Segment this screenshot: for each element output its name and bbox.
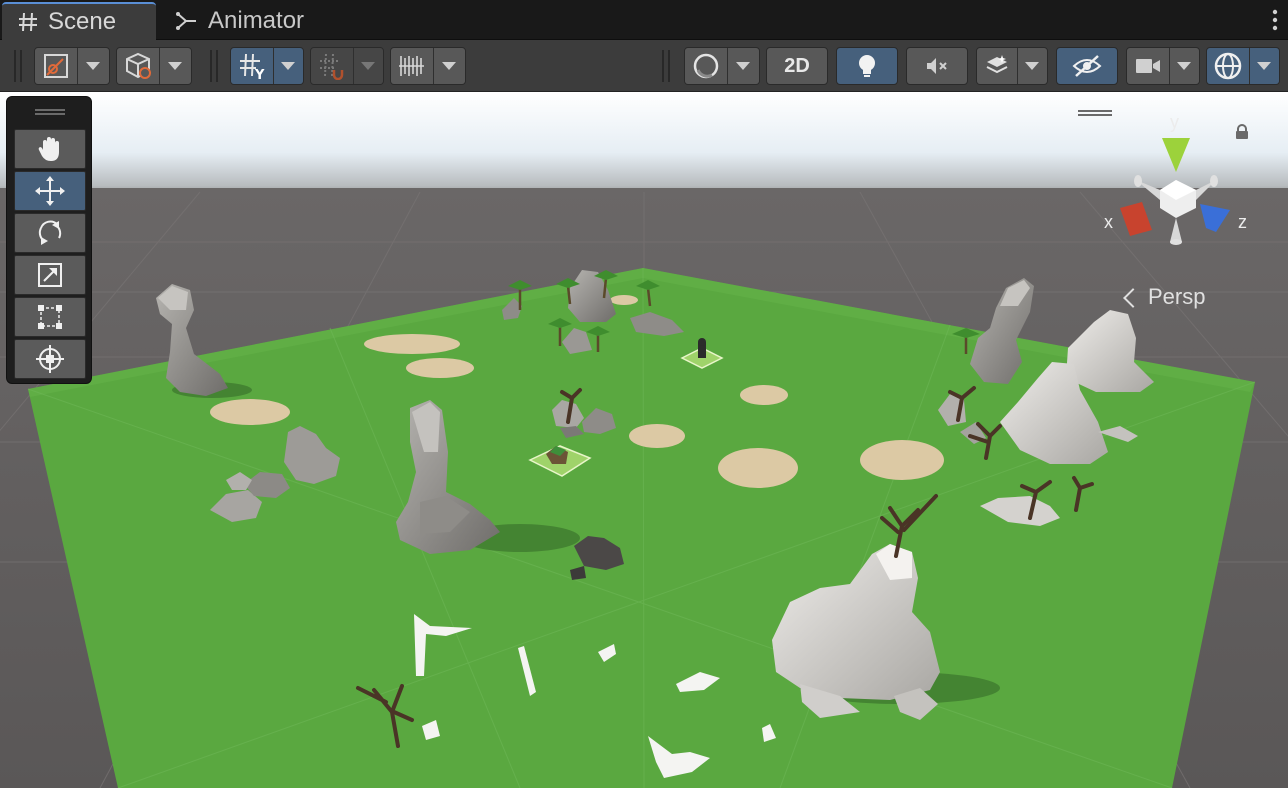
lighting-toggle[interactable] xyxy=(836,47,898,85)
tab-bar: Scene Animator xyxy=(0,0,1288,40)
2d-label: 2D xyxy=(784,54,810,77)
hand-tool[interactable] xyxy=(14,129,86,169)
rotate-tool[interactable] xyxy=(14,213,86,253)
chevron-left-icon xyxy=(1123,288,1143,308)
chevron-down-icon xyxy=(361,62,376,70)
shading-dropdown[interactable] xyxy=(684,47,760,85)
effects-dropdown[interactable] xyxy=(976,47,1048,85)
snap-magnet-icon xyxy=(319,53,344,80)
chevron-down-icon xyxy=(86,62,101,70)
gizmo-y-label: y xyxy=(1170,112,1179,132)
animator-icon xyxy=(176,12,196,30)
cube-icon xyxy=(125,52,151,79)
z-axis-cone[interactable] xyxy=(1200,204,1230,232)
render-mode-dropdown[interactable] xyxy=(116,47,192,85)
hash-icon xyxy=(19,12,37,32)
chevron-down-icon xyxy=(1257,62,1272,70)
lightbulb-icon xyxy=(859,55,875,77)
grid-visibility-dropdown[interactable] xyxy=(390,47,466,85)
chevron-down-icon xyxy=(1025,62,1040,70)
scene-render xyxy=(0,92,1288,788)
lock-icon[interactable] xyxy=(1234,124,1250,140)
tools-drag-handle[interactable] xyxy=(35,109,65,115)
2d-toggle[interactable]: 2D xyxy=(766,47,828,85)
move-arrows-icon xyxy=(35,176,65,206)
hand-icon xyxy=(38,137,59,161)
layers-icon xyxy=(986,55,1008,74)
gizmo-x-label: x xyxy=(1104,212,1113,232)
x-axis-cone[interactable] xyxy=(1120,202,1152,236)
move-tool[interactable] xyxy=(14,171,86,211)
rect-tool[interactable] xyxy=(14,297,86,337)
draw-mode-dropdown[interactable] xyxy=(34,47,110,85)
grid-snap-dropdown[interactable]: Y xyxy=(230,47,304,85)
svg-text:Y: Y xyxy=(254,68,265,80)
transform-tool[interactable] xyxy=(14,339,86,379)
tab-scene-label: Scene xyxy=(48,8,117,35)
projection-toggle[interactable]: Persp xyxy=(1123,284,1206,310)
projection-label: Persp xyxy=(1148,284,1206,309)
chevron-down-icon xyxy=(736,62,751,70)
scene-toolbar: Y 2D xyxy=(0,40,1288,92)
camera-dropdown[interactable] xyxy=(1126,47,1200,85)
chevron-down-icon xyxy=(442,62,457,70)
transform-icon xyxy=(36,345,64,373)
increment-snap-dropdown[interactable] xyxy=(310,47,384,85)
scale-icon xyxy=(38,263,62,287)
rect-transform-icon xyxy=(38,305,62,329)
chevron-down-icon xyxy=(1177,62,1192,70)
grid-y-icon: Y xyxy=(239,53,265,80)
scene-viewport[interactable] xyxy=(0,92,1288,788)
draw-mode-icon xyxy=(43,54,68,78)
ruler-grid-icon xyxy=(398,56,424,76)
eye-slash-icon xyxy=(1072,55,1102,77)
toolbar-grip[interactable] xyxy=(662,50,670,82)
tab-animator-label: Animator xyxy=(208,7,305,34)
gizmos-dropdown[interactable] xyxy=(1206,47,1280,85)
gizmo-z-label: z xyxy=(1238,212,1247,232)
tools-overlay xyxy=(6,96,92,384)
chevron-down-icon xyxy=(281,62,296,70)
audio-toggle[interactable] xyxy=(906,47,968,85)
tab-animator[interactable]: Animator xyxy=(162,2,322,40)
gizmo-globe-icon xyxy=(1214,52,1242,80)
toolbar-grip[interactable] xyxy=(210,50,218,82)
scale-tool[interactable] xyxy=(14,255,86,295)
audio-mute-icon xyxy=(927,58,947,74)
sky xyxy=(0,92,1288,202)
rotate-icon xyxy=(38,220,62,245)
tab-scene[interactable]: Scene xyxy=(2,2,156,40)
sphere-icon xyxy=(693,53,719,79)
camera-icon xyxy=(1135,59,1160,73)
more-options-icon[interactable] xyxy=(1272,8,1278,32)
y-axis-cone[interactable] xyxy=(1162,138,1190,172)
toolbar-grip[interactable] xyxy=(14,50,22,82)
hidden-objects-toggle[interactable] xyxy=(1056,47,1118,85)
chevron-down-icon xyxy=(168,62,183,70)
